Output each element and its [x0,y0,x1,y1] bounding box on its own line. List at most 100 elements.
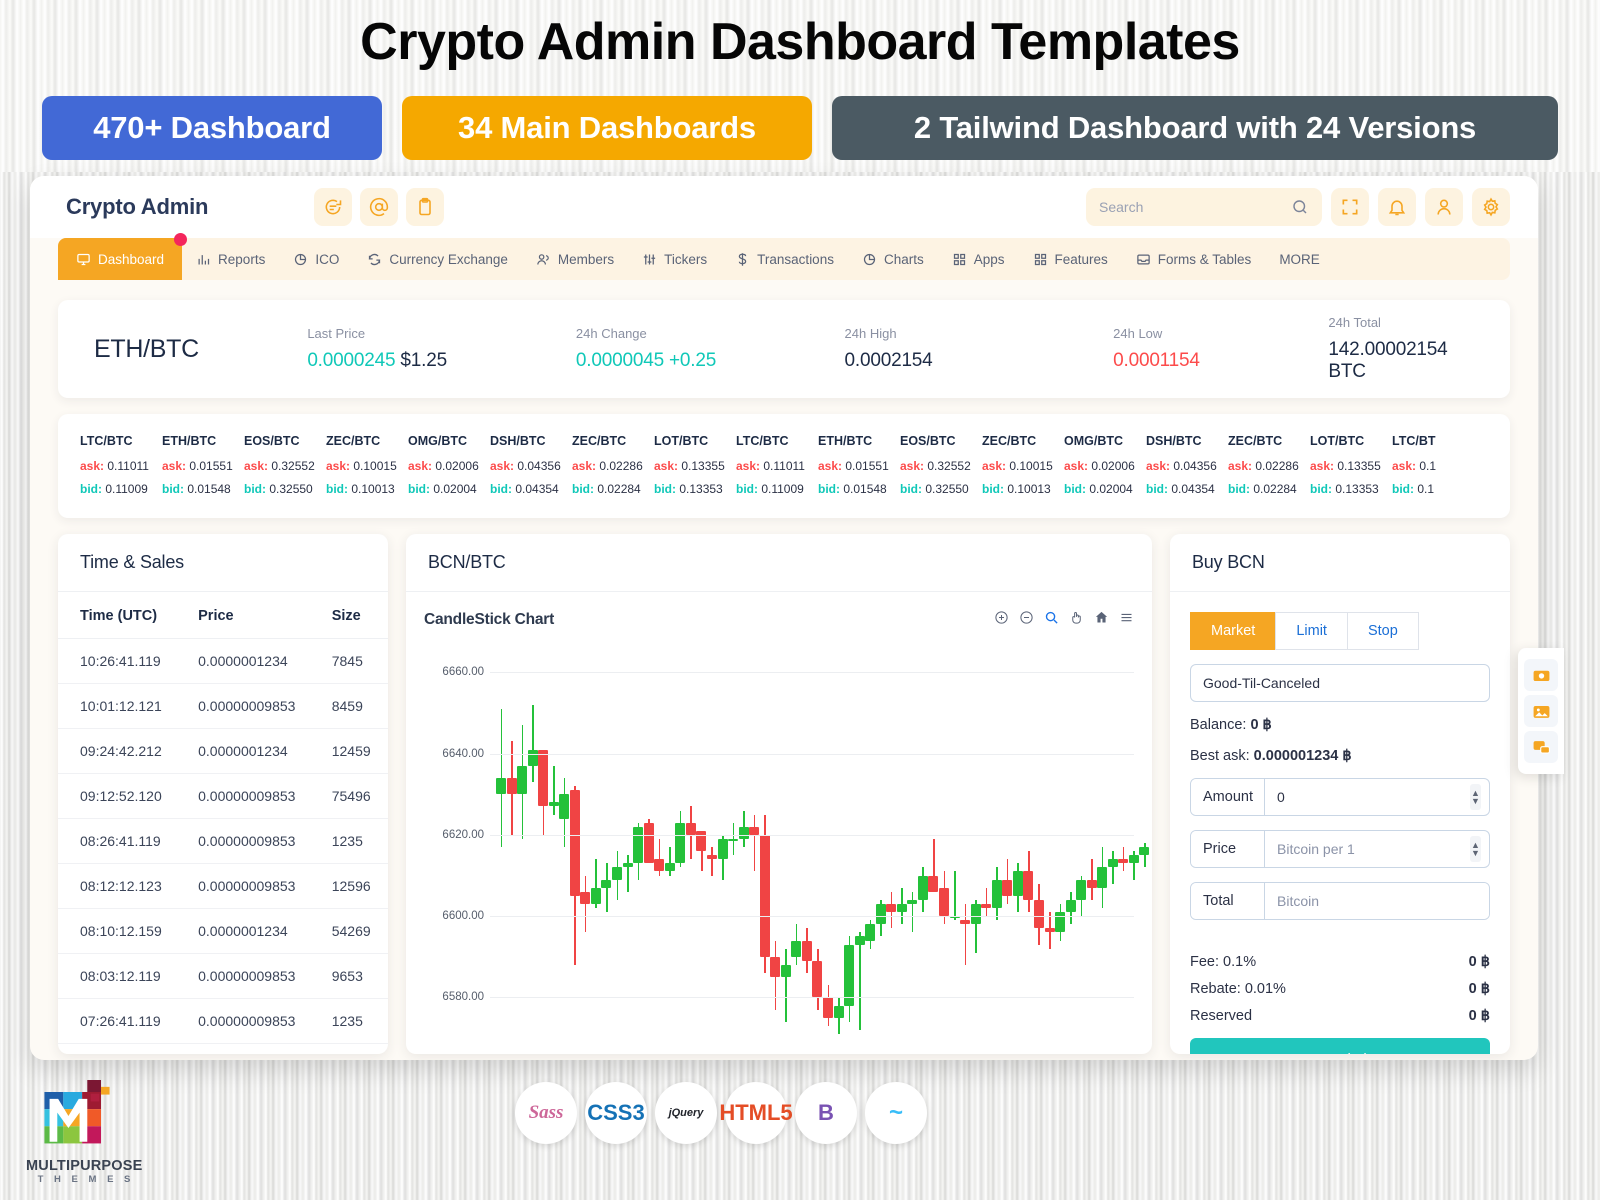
search-icon[interactable] [1291,198,1309,216]
mention-icon[interactable] [360,188,399,226]
total-input[interactable] [1265,883,1489,919]
user-icon[interactable] [1425,188,1463,226]
tab-market[interactable]: Market [1190,612,1276,650]
ticker-item[interactable]: OMG/BTC ask: 0.02006 bid: 0.02004 [1064,434,1146,505]
nav-item-transactions[interactable]: Transactions [721,238,848,280]
table-row[interactable]: 08:10:12.159 0.0000001234 54269 [58,908,388,954]
buy-limit-button[interactable]: Buy Limit [1190,1038,1490,1054]
ticker-pair: OMG/BTC [408,434,468,448]
ticker-ask: ask: 0.02006 [408,459,479,473]
nav-item-charts[interactable]: Charts [848,238,938,280]
time-in-force-select[interactable]: Good-Til-Canceled [1190,664,1490,702]
candlestick-plot[interactable]: 6580.00 6600.00 6620.00 6640.00 6660.00 [424,648,1150,1038]
gear-icon[interactable] [1472,188,1510,226]
ticker-item[interactable]: DSH/BTC ask: 0.04356 bid: 0.04354 [1146,434,1228,505]
cell-size: 54269 [325,908,388,954]
ticker-item[interactable]: LOT/BTC ask: 0.13355 bid: 0.13353 [1310,434,1392,505]
ticker-item[interactable]: ETH/BTC ask: 0.01551 bid: 0.01548 [818,434,900,505]
image-icon[interactable] [1524,695,1558,727]
clipboard-icon[interactable] [406,188,445,226]
table-row[interactable]: 08:12:12.123 0.00000009853 12596 [58,863,388,909]
price-stepper[interactable]: ▲ ▼ [1470,836,1481,862]
nav-item-currency-exchange[interactable]: Currency Exchange [353,238,522,280]
html5-icon: HTML5 [719,1082,793,1144]
candle [1055,648,1066,1038]
nav-item-ico[interactable]: ICO [279,238,353,280]
ticker-item[interactable]: DSH/BTC ask: 0.04356 bid: 0.04354 [490,434,572,505]
candle [496,648,506,1038]
nav-item-reports[interactable]: Reports [182,238,279,280]
nav-item-tickers[interactable]: Tickers [628,238,721,280]
total-field-group[interactable]: Total [1190,882,1490,920]
table-row[interactable]: 08:03:12.119 0.00000009853 9653 [58,953,388,999]
ticker-item[interactable]: ZEC/BTC ask: 0.02286 bid: 0.02284 [572,434,654,505]
nav-label: Charts [883,251,924,267]
ticker-pair: LOT/BTC [654,434,709,448]
chat-icon[interactable] [314,188,353,226]
stat-label: 24h High [844,326,897,341]
ticker-bid: bid: 0.10013 [326,482,395,496]
ticker-item[interactable]: EOS/BTC ask: 0.32552 bid: 0.32550 [244,434,326,505]
chat-bubble-icon[interactable] [1524,731,1558,763]
table-row[interactable]: 08:26:41.119 0.00000009853 1235 [58,818,388,864]
ticker-item[interactable]: LTC/BT ask: 0.1 bid: 0.1 [1392,434,1474,505]
ticker-item[interactable]: ZEC/BTC ask: 0.10015 bid: 0.10013 [982,434,1064,505]
ticker-item[interactable]: LTC/BTC ask: 0.11011 bid: 0.11009 [80,434,162,505]
ticker-ask: ask: 0.32552 [900,459,971,473]
ticker-item[interactable]: ZEC/BTC ask: 0.02286 bid: 0.02284 [1228,434,1310,505]
nav-label: Currency Exchange [389,251,508,267]
candle [949,648,960,1038]
ticker-item[interactable]: OMG/BTC ask: 0.02006 bid: 0.02004 [408,434,490,505]
zoom-in-icon[interactable] [994,610,1009,630]
candle [896,648,907,1038]
ticker-ask: ask: 0.02006 [1064,459,1135,473]
nav-item-more[interactable]: MORE [1265,238,1334,280]
total-label: Total [1191,883,1265,919]
nav-item-forms-tables[interactable]: Forms & Tables [1122,238,1266,280]
ticker-item[interactable]: ETH/BTC ask: 0.01551 bid: 0.01548 [162,434,244,505]
table-row[interactable]: 09:12:52.120 0.00000009853 75496 [58,773,388,819]
table-row[interactable]: 09:24:42.212 0.0000001234 12459 [58,728,388,774]
ticker-bid: bid: 0.04354 [490,482,559,496]
search-input[interactable] [1099,199,1291,215]
ticker-item[interactable]: EOS/BTC ask: 0.32552 bid: 0.32550 [900,434,982,505]
table-row[interactable]: 10:26:41.119 0.0000001234 7845 [58,638,388,684]
candle [812,648,823,1038]
table-row[interactable]: 07:26:41.119 0.00000009853 1235 [58,998,388,1044]
nav-item-apps[interactable]: Apps [938,238,1019,280]
tab-limit[interactable]: Limit [1275,612,1347,650]
pan-icon[interactable] [1069,610,1084,630]
ticker-item[interactable]: LTC/BTC ask: 0.11011 bid: 0.11009 [736,434,818,505]
cell-time: 08:03:12.119 [58,953,193,999]
nav-item-members[interactable]: Members [522,238,628,280]
price-field-group[interactable]: Price ▲▼ [1190,830,1490,868]
nav-label: Members [557,251,615,267]
price-input[interactable] [1265,831,1470,867]
amount-input[interactable] [1265,779,1470,815]
search-box[interactable] [1086,188,1322,226]
fullscreen-icon[interactable] [1331,188,1369,226]
selection-zoom-icon[interactable] [1044,610,1059,630]
nav-item-features[interactable]: Features [1019,238,1122,280]
table-row[interactable]: 10:01:12.121 0.00000009853 8459 [58,683,388,729]
nav-item-dashboard[interactable]: Dashboard [58,233,188,280]
bell-icon[interactable] [1378,188,1416,226]
camera-icon[interactable] [1524,659,1558,691]
tab-stop[interactable]: Stop [1346,612,1419,650]
ticker-strip[interactable]: LTC/BTC ask: 0.11011 bid: 0.11009 ETH/BTC as… [58,414,1510,518]
ticker-pair: LTC/BTC [80,434,133,448]
order-type-tabs: Market Limit Stop [1190,612,1490,650]
ticker-item[interactable]: LOT/BTC ask: 0.13355 bid: 0.13353 [654,434,736,505]
candle [875,648,886,1038]
amount-stepper[interactable]: ▲ ▼ [1470,784,1481,810]
chart-title: CandleStick Chart [424,611,555,628]
candle [696,648,707,1038]
amount-field-group[interactable]: Amount ▲▼ [1190,778,1490,816]
ticker-item[interactable]: ZEC/BTC ask: 0.10015 bid: 0.10013 [326,434,408,505]
cell-time: 07:26:41.119 [58,998,193,1044]
pair-stats-bar: ETH/BTC Last Price 0.0000245 $1.25 24h C… [58,300,1510,398]
menu-icon[interactable] [1119,610,1134,630]
zoom-out-icon[interactable] [1019,610,1034,630]
home-icon[interactable] [1094,610,1109,630]
badge-row: 470+ Dashboard 34 Main Dashboards 2 Tail… [0,72,1600,160]
